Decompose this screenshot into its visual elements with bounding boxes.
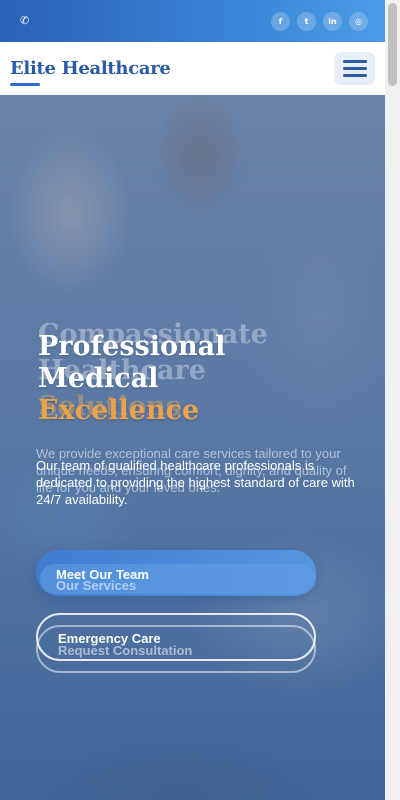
menu-bar (342, 67, 367, 70)
phone-icon[interactable]: ✆ (20, 15, 29, 27)
menu-bar (342, 74, 367, 77)
menu-bar (342, 60, 367, 63)
brand-logo[interactable]: Elite Healthcare (10, 58, 171, 86)
scrollbar-thumb[interactable] (388, 3, 397, 86)
top-bar: ✆ f t in ◎ (0, 0, 385, 42)
hero-title-accent: Excellence (38, 395, 200, 426)
hero-title-line: Medical (38, 363, 159, 394)
instagram-icon[interactable]: ◎ (349, 11, 368, 31)
social-links: f t in ◎ (271, 11, 368, 31)
our-services-label: Our Services (56, 578, 137, 593)
hero-section: Compassionate Healthcare Solutions We pr… (0, 95, 385, 800)
hero-title-line: Professional (38, 331, 226, 362)
hero-description: Our team of qualified healthcare profess… (36, 458, 355, 507)
facebook-icon[interactable]: f (271, 11, 290, 31)
hero-title: Professional Medical Excellence (38, 331, 278, 427)
linkedin-icon[interactable]: in (323, 11, 342, 31)
page-scrollbar[interactable] (385, 0, 400, 800)
brand-underline (10, 83, 40, 86)
hamburger-menu-icon[interactable] (334, 52, 375, 85)
brand-name: Elite Healthcare (10, 58, 171, 79)
site-header: Elite Healthcare (0, 42, 385, 95)
request-consultation-label: Request Consultation (58, 643, 193, 658)
twitter-icon[interactable]: t (297, 11, 316, 31)
